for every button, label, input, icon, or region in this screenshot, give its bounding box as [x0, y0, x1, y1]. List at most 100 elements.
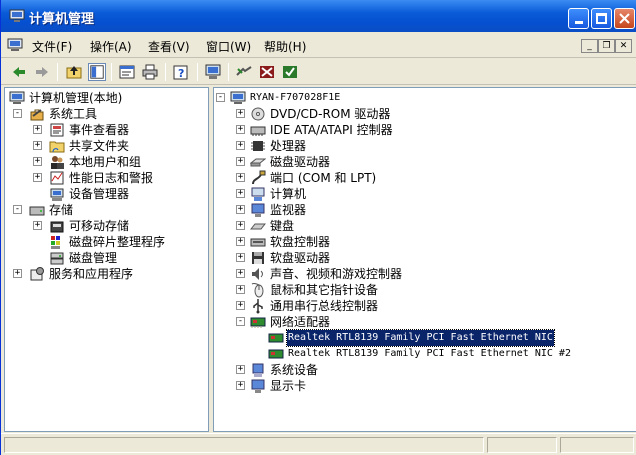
expand-icon[interactable]: +: [236, 173, 245, 182]
menu-file[interactable]: 文件(F): [32, 38, 72, 55]
svg-text:?: ?: [178, 67, 184, 80]
collapse-icon[interactable]: -: [236, 317, 245, 326]
tree-label: 声音、视频和游戏控制器: [270, 267, 403, 281]
update-driver-icon[interactable]: [281, 63, 299, 81]
expand-icon[interactable]: +: [236, 365, 245, 374]
child-close-button[interactable]: ✕: [615, 39, 632, 53]
status-section-3: [560, 437, 634, 453]
help-icon[interactable]: ?: [172, 63, 190, 81]
tree-label: 共享文件夹: [69, 139, 130, 153]
services-icon: [30, 267, 44, 281]
menu-view[interactable]: 查看(V): [148, 38, 190, 55]
tree-label: 处理器: [270, 139, 307, 153]
tree-label: 系统工具: [49, 107, 98, 121]
storage-icon: [29, 206, 45, 216]
maximize-button[interactable]: [591, 8, 612, 29]
performance-icon: [50, 171, 64, 185]
network-adapter-icon: [268, 349, 284, 359]
status-section-main: [4, 437, 484, 453]
collapse-icon[interactable]: -: [216, 93, 225, 102]
child-minimize-button[interactable]: _: [581, 39, 598, 53]
network-adapter-icon: [250, 317, 266, 328]
menu-window[interactable]: 窗口(W): [206, 38, 251, 55]
expand-icon[interactable]: +: [236, 301, 245, 310]
disable-icon[interactable]: [258, 63, 276, 81]
expand-icon[interactable]: +: [33, 125, 42, 134]
expand-icon[interactable]: +: [236, 109, 245, 118]
tree-label: RYAN-F707028F1E: [250, 92, 341, 103]
title-bar[interactable]: 计算机管理: [1, 0, 636, 32]
disk-management-icon: [50, 252, 64, 265]
tree-label: 存储: [49, 203, 74, 217]
monitor-icon: [251, 203, 265, 217]
menu-action[interactable]: 操作(A): [90, 38, 132, 55]
expand-icon[interactable]: +: [236, 141, 245, 150]
expand-icon[interactable]: +: [33, 157, 42, 166]
toolbox-icon: [30, 109, 44, 121]
tree-label: 磁盘驱动器: [270, 155, 331, 169]
toolbar: ?: [1, 59, 636, 85]
collapse-icon[interactable]: -: [13, 205, 22, 214]
tree-label: 可移动存储: [69, 219, 130, 233]
expand-icon[interactable]: +: [236, 125, 245, 134]
tree-label: 设备管理器: [69, 187, 130, 201]
removable-storage-icon: [50, 221, 64, 233]
tree-label: 性能日志和警报: [69, 171, 154, 185]
device-tree-pane[interactable]: - RYAN-F707028F1E + DVD/CD-ROM 驱动器 + IDE…: [213, 87, 636, 432]
menu-help[interactable]: 帮助(H): [264, 38, 306, 55]
expand-icon[interactable]: +: [33, 141, 42, 150]
tree-label: 计算机管理(本地): [29, 91, 123, 105]
expand-icon[interactable]: +: [236, 253, 245, 262]
usb-icon: [253, 299, 263, 314]
tree-label: 服务和应用程序: [49, 267, 134, 281]
minimize-icon: [574, 21, 583, 24]
disk-drive-icon: [250, 158, 266, 167]
processor-icon: [251, 141, 265, 151]
computer-class-icon: [251, 187, 265, 201]
expand-icon[interactable]: +: [236, 381, 245, 390]
tree-label: 键盘: [270, 219, 295, 233]
expand-icon[interactable]: +: [236, 221, 245, 230]
app-system-menu-icon[interactable]: [7, 37, 23, 53]
print-icon[interactable]: [141, 63, 159, 81]
expand-icon[interactable]: +: [236, 285, 245, 294]
expand-icon[interactable]: +: [236, 205, 245, 214]
tree-label: 事件查看器: [69, 123, 130, 137]
show-hide-tree-icon[interactable]: [88, 63, 106, 81]
expand-icon[interactable]: +: [236, 237, 245, 246]
display-adapter-icon: [251, 379, 265, 393]
dvd-drive-icon: [251, 107, 265, 121]
forward-icon[interactable]: [33, 63, 51, 81]
collapse-icon[interactable]: -: [13, 109, 22, 118]
scan-hardware-icon[interactable]: [235, 63, 253, 81]
close-button[interactable]: [614, 8, 635, 29]
expand-icon[interactable]: +: [33, 173, 42, 182]
tree-label: 鼠标和其它指针设备: [270, 283, 379, 297]
tree-label: IDE ATA/ATAPI 控制器: [270, 123, 393, 137]
tree-label: 监视器: [270, 203, 307, 217]
expand-icon[interactable]: +: [236, 189, 245, 198]
event-viewer-icon: [50, 123, 64, 137]
expand-icon[interactable]: +: [13, 269, 22, 278]
tree-label: DVD/CD-ROM 驱动器: [270, 107, 391, 121]
expand-icon[interactable]: +: [33, 221, 42, 230]
mouse-icon: [251, 283, 264, 298]
child-restore-button[interactable]: ❐: [598, 39, 615, 53]
console-tree-pane[interactable]: 计算机管理(本地) - 系统工具 + 事件查看器 + 共享文件夹 + 本地用户和…: [4, 87, 209, 432]
expand-icon[interactable]: +: [236, 157, 245, 166]
tree-label: 计算机: [270, 187, 307, 201]
minimize-button[interactable]: [568, 8, 589, 29]
tree-label: 系统设备: [270, 363, 319, 377]
maximize-icon: [596, 13, 607, 24]
tree-label: 软盘控制器: [270, 235, 331, 249]
back-icon[interactable]: [10, 63, 28, 81]
tree-label: 本地用户和组: [69, 155, 142, 169]
status-section-2: [487, 437, 557, 453]
floppy-controller-icon: [250, 238, 266, 247]
device-manager-icon: [50, 188, 64, 201]
tree-label: 端口 (COM 和 LPT): [270, 171, 377, 185]
expand-icon[interactable]: +: [236, 269, 245, 278]
computer-icon[interactable]: [204, 63, 222, 81]
properties-icon[interactable]: [118, 63, 136, 81]
up-icon[interactable]: [65, 63, 83, 81]
